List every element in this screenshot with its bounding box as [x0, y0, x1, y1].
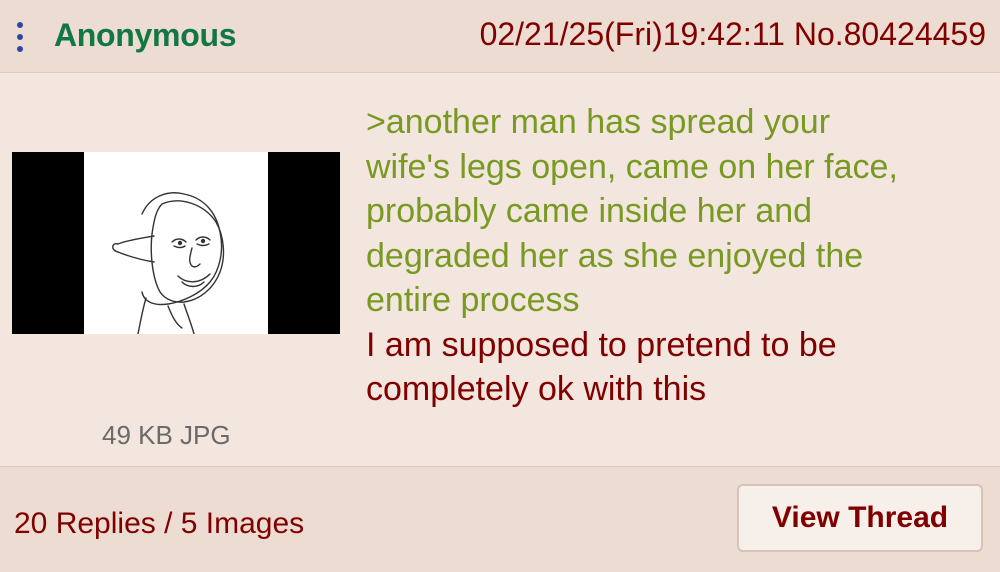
post-card: Anonymous 02/21/25(Fri)19:42:11 No.80424… — [0, 0, 1000, 572]
thumbnail-image — [84, 152, 268, 335]
wojak-mask-drawing — [112, 192, 225, 335]
post-date-time: 02/21/25(Fri)19:42:11 — [479, 16, 785, 52]
post-footer: 20 Replies / 5 Images View Thread — [0, 467, 1000, 572]
post-number[interactable]: No.80424459 — [794, 16, 986, 52]
message-text-line: I am supposed to pretend to be — [366, 325, 837, 364]
greentext-line: entire process — [366, 281, 580, 319]
reply-count: 20 Replies / 5 Images — [14, 507, 305, 540]
view-thread-button[interactable]: View Thread — [737, 484, 983, 552]
post-meta: 02/21/25(Fri)19:42:11 No.80424459 — [480, 16, 986, 53]
vertical-ellipsis-icon[interactable] — [16, 22, 24, 52]
greentext-line: >another man has spread your — [366, 103, 831, 141]
greentext-line: degraded her as she enjoyed the — [366, 236, 864, 275]
file-info: 49 KB JPG — [102, 420, 231, 450]
message-text-line: completely ok with this — [366, 370, 707, 408]
post-header: Anonymous 02/21/25(Fri)19:42:11 No.80424… — [0, 0, 1000, 73]
post-thumbnail[interactable] — [12, 152, 340, 335]
greentext-line: wife's legs open, came on her face, — [366, 147, 898, 186]
post-message: >another man has spread your wife's legs… — [366, 100, 986, 412]
poster-name: Anonymous — [54, 17, 237, 53]
greentext-line: probably came inside her and — [366, 192, 813, 230]
